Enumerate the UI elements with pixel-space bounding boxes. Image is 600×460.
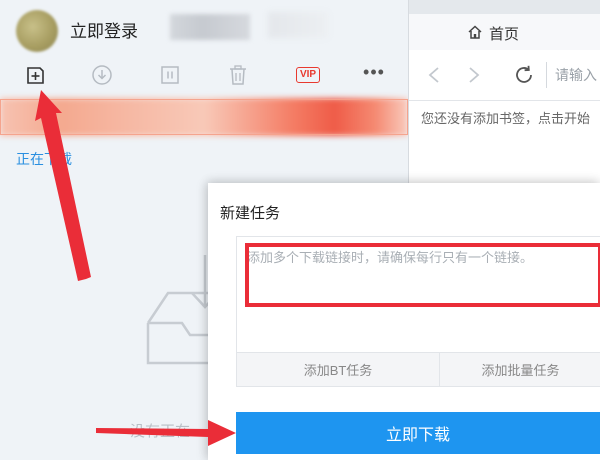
- vip-badge: VIP: [295, 67, 321, 83]
- home-icon: [468, 25, 482, 39]
- downloading-tab[interactable]: 正在下载: [16, 149, 72, 169]
- browser-tab-bar: 首页: [409, 0, 600, 50]
- new-task-icon: [27, 67, 44, 84]
- delete-button[interactable]: [226, 63, 250, 87]
- back-icon[interactable]: [427, 66, 441, 84]
- tab-home-label: 首页: [489, 26, 520, 43]
- download-now-button[interactable]: 立即下载: [236, 412, 600, 454]
- trash-icon: [230, 65, 246, 85]
- more-icon: •••: [363, 62, 385, 82]
- blurred-username: [170, 14, 250, 40]
- link-input-area: [236, 236, 600, 354]
- pause-icon: [161, 66, 179, 84]
- task-options-row: 添加BT任务 添加批量任务: [236, 352, 600, 387]
- download-links-textarea[interactable]: [237, 237, 600, 353]
- bookmark-hint: 您还没有添加书签，点击开始: [421, 111, 591, 126]
- download-circle-icon: [92, 65, 112, 85]
- dialog-title: 新建任务: [220, 205, 281, 222]
- new-task-dialog: 新建任务 添加BT任务 添加批量任务 立即下载: [208, 183, 600, 460]
- add-bt-task-button[interactable]: 添加BT任务: [237, 353, 440, 386]
- login-link[interactable]: 立即登录: [70, 17, 138, 42]
- start-download-button[interactable]: [90, 63, 114, 87]
- url-input[interactable]: [546, 62, 600, 88]
- empty-state-text: 没有正在: [130, 423, 191, 440]
- add-batch-task-button[interactable]: 添加批量任务: [440, 353, 600, 386]
- forward-icon[interactable]: [467, 66, 481, 84]
- browser-nav-bar: [409, 50, 600, 101]
- new-task-button[interactable]: [23, 63, 47, 87]
- blurred-region: [268, 12, 328, 38]
- refresh-icon[interactable]: [513, 64, 535, 86]
- vip-button[interactable]: VIP: [294, 63, 322, 87]
- more-button[interactable]: •••: [362, 63, 386, 87]
- user-avatar[interactable]: [16, 10, 58, 52]
- pause-button[interactable]: [158, 63, 182, 87]
- blurred-banner-outline: [0, 99, 408, 135]
- tab-home[interactable]: 首页: [409, 14, 600, 50]
